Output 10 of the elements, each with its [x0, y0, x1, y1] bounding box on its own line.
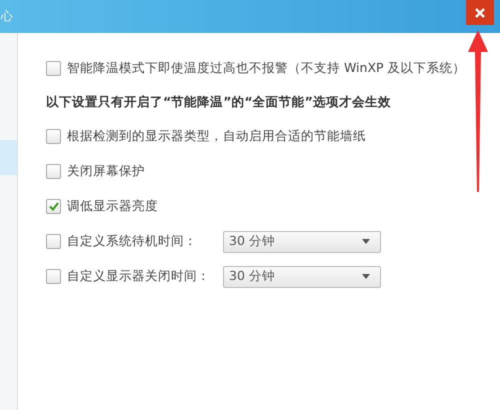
- option-label: 关闭屏幕保护: [67, 163, 146, 180]
- section-heading: 以下设置只有开启了“节能降温”的“全面节能”选项才会生效: [46, 94, 391, 111]
- time-dropdown[interactable]: 30 分钟: [223, 266, 381, 288]
- option-label: 调低显示器亮度: [67, 198, 159, 215]
- option-label: 智能降温模式下即使温度过高也不报警（不支持 WinXP 及以下系统）: [67, 60, 466, 77]
- option-label: 自定义系统待机时间：: [67, 233, 198, 250]
- option-label: 根据检测到的显示器类型，自动启用合适的节能墙纸: [67, 128, 366, 145]
- option-label: 自定义显示器关闭时间：: [67, 268, 211, 285]
- window-title: 心: [1, 8, 13, 25]
- time-dropdown[interactable]: 30 分钟: [223, 230, 381, 252]
